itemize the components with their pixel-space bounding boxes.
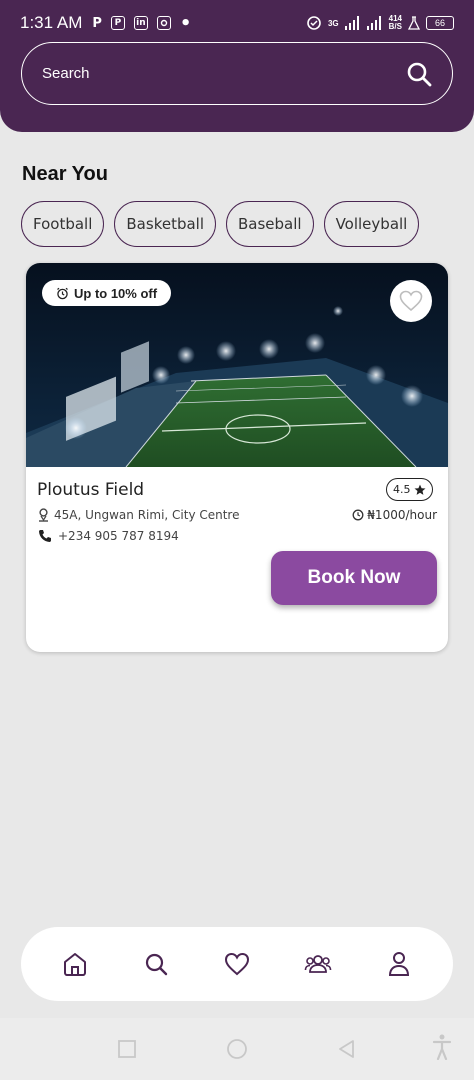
square-icon (118, 1040, 136, 1058)
accessibility-icon (432, 1034, 452, 1061)
clock-icon (352, 509, 364, 521)
category-chips: Football Basketball Baseball Volleyball (21, 201, 420, 247)
home-button[interactable] (222, 1034, 252, 1064)
app-p-icon: P (92, 15, 102, 31)
heart-icon (399, 290, 423, 312)
discount-badge: Up to 10% off (42, 280, 172, 306)
chip-baseball[interactable]: Baseball (226, 201, 314, 247)
search-icon[interactable] (406, 61, 432, 87)
price-text: ₦1000/hour (367, 508, 437, 522)
recents-button[interactable] (112, 1034, 142, 1064)
price-row: ₦1000/hour (352, 508, 437, 522)
dot-icon: • (179, 12, 192, 34)
users-icon (304, 955, 332, 973)
status-right: 3G 414 B/S 66 (306, 15, 454, 31)
field-name: Ploutus Field (37, 480, 145, 500)
back-triangle-icon (339, 1040, 354, 1058)
nav-search[interactable] (136, 944, 176, 984)
nav-profile[interactable] (379, 944, 419, 984)
search-input[interactable]: Search (21, 42, 453, 105)
alarm-clock-icon (57, 287, 68, 299)
phone-row: +234 905 787 8194 (38, 529, 179, 543)
address-row: 45A, Ungwan Rimi, City Centre (38, 508, 239, 522)
rating-badge: 4.5 (386, 478, 433, 501)
star-icon (414, 484, 425, 495)
search-icon (146, 953, 168, 976)
net-speed: 414 B/S (388, 14, 402, 31)
section-title: Near You (22, 163, 108, 185)
field-card[interactable]: Up to 10% off Ploutus Field 4.5 45A, Ung… (26, 263, 448, 652)
nav-home[interactable] (55, 944, 95, 984)
circle-icon (227, 1039, 247, 1059)
location-pin-icon (39, 508, 48, 522)
data-saver-icon (307, 16, 321, 30)
bottom-nav (21, 927, 453, 1001)
profile-icon (388, 952, 409, 976)
nav-favorites[interactable] (217, 944, 257, 984)
instagram-icon (156, 16, 171, 30)
status-bar: 1:31 AM P P in • 3G 414 B/S 66 (0, 0, 474, 46)
status-app-icons: P P in • (92, 13, 191, 34)
linkedin-icon: in (133, 16, 148, 30)
battery-icon: 66 (426, 16, 454, 30)
signal-icon (344, 16, 359, 30)
back-button[interactable] (332, 1034, 362, 1064)
status-time: 1:31 AM (20, 13, 83, 32)
chip-football[interactable]: Football (21, 201, 105, 247)
header: 1:31 AM P P in • 3G 414 B/S 66 Search (0, 0, 474, 132)
favorite-button[interactable] (390, 280, 432, 322)
chip-volleyball[interactable]: Volleyball (323, 201, 420, 247)
search-placeholder: Search (42, 65, 90, 82)
flask-icon (408, 16, 420, 30)
book-now-button[interactable]: Book Now (271, 551, 437, 605)
rating-value: 4.5 (393, 483, 411, 496)
phone-text: +234 905 787 8194 (58, 529, 179, 543)
chip-basketball[interactable]: Basketball (114, 201, 216, 247)
discount-text: Up to 10% off (74, 285, 158, 301)
app-powerpoint-icon: P (110, 16, 125, 30)
home-icon (64, 953, 87, 976)
accessibility-button[interactable] (432, 1034, 452, 1064)
address-text: 45A, Ungwan Rimi, City Centre (54, 508, 240, 522)
nav-community[interactable] (298, 944, 338, 984)
phone-icon (39, 530, 51, 542)
signal-2-icon (366, 16, 381, 30)
heart-icon (224, 952, 249, 976)
network-type: 3G (327, 18, 339, 28)
system-nav-bar (0, 1018, 474, 1080)
